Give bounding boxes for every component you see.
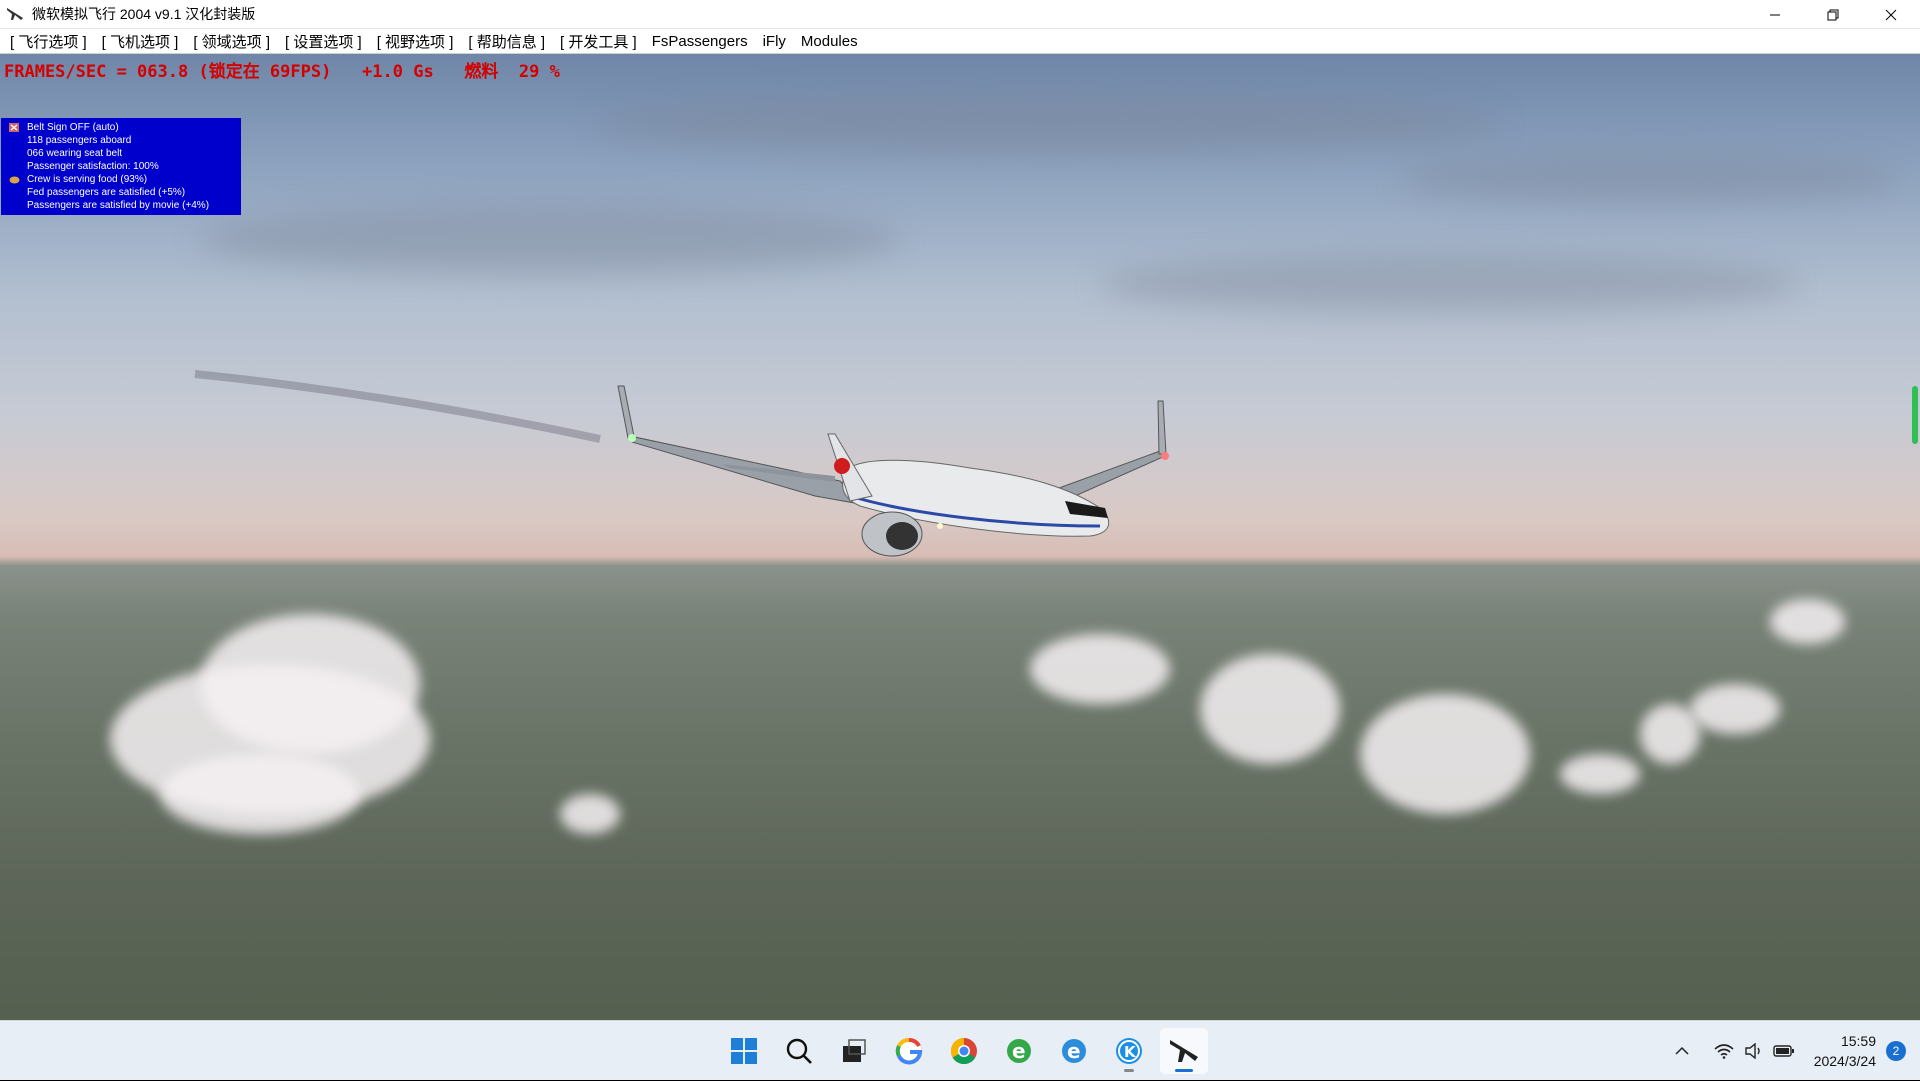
menu-bar: [ 飞行选项 ] [ 飞机选项 ] [ 领域选项 ] [ 设置选项 ] [ 视野… [0, 29, 1920, 54]
svg-text:e: e [1012, 1039, 1026, 1063]
taskbar-ie[interactable]: e [1050, 1028, 1098, 1074]
info-row: Passengers are satisfied by movie (+4%) [9, 199, 241, 212]
title-bar: 微软模拟飞行 2004 v9.1 汉化封装版 [0, 0, 1920, 29]
cumulus-cloud [200, 614, 420, 754]
notification-badge[interactable]: 2 [1886, 1041, 1906, 1061]
menu-modules[interactable]: Modules [795, 33, 867, 50]
cumulus-cloud [1690, 684, 1780, 734]
cumulus-cloud [160, 754, 360, 834]
google-icon [895, 1037, 923, 1065]
info-text: 118 passengers aboard [27, 135, 132, 146]
battery-icon [1773, 1045, 1794, 1057]
high-cloud [600, 94, 1500, 154]
food-icon [9, 175, 21, 185]
high-cloud [200, 204, 900, 274]
search-icon [786, 1038, 812, 1064]
start-button[interactable] [720, 1028, 768, 1074]
cumulus-cloud [560, 794, 620, 834]
cumulus-cloud [1360, 694, 1530, 814]
info-row: Crew is serving food (93%) [9, 173, 241, 186]
chevron-up-icon [1675, 1046, 1689, 1055]
clock[interactable]: 15:59 2024/3/24 [1814, 1031, 1876, 1071]
menu-ifly[interactable]: iFly [757, 33, 795, 50]
info-row: 066 wearing seat belt [9, 147, 241, 160]
clock-date: 2024/3/24 [1813, 1053, 1876, 1069]
hud-readout: FRAMES/SEC = 063.8 (锁定在 69FPS) +1.0 Gs 燃… [4, 62, 560, 82]
info-text: Belt Sign OFF (auto) [27, 122, 119, 133]
wifi-button[interactable] [1710, 1037, 1738, 1065]
battery-button[interactable] [1770, 1037, 1798, 1065]
taskbar-flight-sim[interactable] [1160, 1028, 1208, 1074]
volume-icon [1745, 1043, 1760, 1059]
info-text: Fed passengers are satisfied (+5%) [27, 187, 186, 198]
taskbar: e e K 15:59 2024/3/24 2 [0, 1020, 1920, 1080]
menu-flight-options[interactable]: [ 飞行选项 ] [4, 31, 96, 52]
k-app-icon: K [1116, 1038, 1142, 1064]
taskbar-chrome[interactable] [940, 1028, 988, 1074]
menu-view-options[interactable]: [ 视野选项 ] [371, 31, 463, 52]
x-status-icon [9, 123, 21, 133]
fspassengers-info-panel: Belt Sign OFF (auto) 118 passengers aboa… [1, 118, 241, 215]
contrail [194, 370, 601, 443]
cumulus-cloud [1030, 634, 1170, 704]
restore-button[interactable] [1804, 0, 1862, 29]
menu-settings-options[interactable]: [ 设置选项 ] [279, 31, 371, 52]
ie-icon: e [1062, 1039, 1086, 1063]
menu-fspassengers[interactable]: FsPassengers [646, 33, 757, 50]
task-view-icon [843, 1039, 866, 1062]
svg-text:e: e [1067, 1039, 1081, 1063]
show-hidden-icons-button[interactable] [1668, 1037, 1696, 1065]
info-row: Passenger satisfaction: 100% [9, 160, 241, 173]
high-cloud [1400, 154, 1900, 204]
volume-button[interactable] [1740, 1037, 1768, 1065]
airliner-aircraft [617, 385, 1169, 557]
info-row: Belt Sign OFF (auto) [9, 121, 241, 134]
window-title: 微软模拟飞行 2004 v9.1 汉化封装版 [32, 6, 256, 22]
app-plane-icon [4, 3, 26, 25]
info-row: Fed passengers are satisfied (+5%) [9, 186, 241, 199]
restore-icon [1827, 9, 1839, 20]
cumulus-cloud [1560, 754, 1640, 794]
search-button[interactable] [775, 1028, 823, 1074]
info-text: 066 wearing seat belt [27, 148, 123, 159]
menu-dev-tools[interactable]: [ 开发工具 ] [554, 31, 646, 52]
flight-sim-icon [1170, 1040, 1198, 1062]
info-text: Passengers are satisfied by movie (+4%) [27, 200, 210, 211]
close-button[interactable] [1862, 0, 1920, 29]
info-row: 118 passengers aboard [9, 134, 241, 147]
menu-help-info[interactable]: [ 帮助信息 ] [462, 31, 554, 52]
taskbar-ie-green[interactable]: e [995, 1028, 1043, 1074]
minimize-button[interactable] [1746, 0, 1804, 29]
menu-aircraft-options[interactable]: [ 飞机选项 ] [96, 31, 188, 52]
task-view-button[interactable] [830, 1028, 878, 1074]
minimize-icon [1770, 14, 1780, 15]
ie-green-icon: e [1007, 1039, 1031, 1063]
info-text: Crew is serving food (93%) [27, 174, 148, 185]
chrome-icon [950, 1037, 977, 1065]
cumulus-cloud [1770, 599, 1845, 644]
info-text: Passenger satisfaction: 100% [27, 161, 159, 172]
menu-world-options[interactable]: [ 领域选项 ] [187, 31, 279, 52]
clock-time: 15:59 [1840, 1033, 1876, 1049]
wifi-icon [1714, 1044, 1734, 1059]
taskbar-k-app[interactable]: K [1105, 1028, 1153, 1074]
flight-view[interactable]: FRAMES/SEC = 063.8 (锁定在 69FPS) +1.0 Gs 燃… [0, 54, 1920, 1020]
high-cloud [1100, 254, 1800, 314]
close-icon [1885, 9, 1897, 20]
cumulus-cloud [1200, 654, 1340, 764]
start-icon [731, 1038, 757, 1064]
taskbar-google[interactable] [885, 1028, 933, 1074]
svg-text:K: K [1124, 1043, 1137, 1061]
edge-indicator[interactable] [1912, 386, 1918, 444]
